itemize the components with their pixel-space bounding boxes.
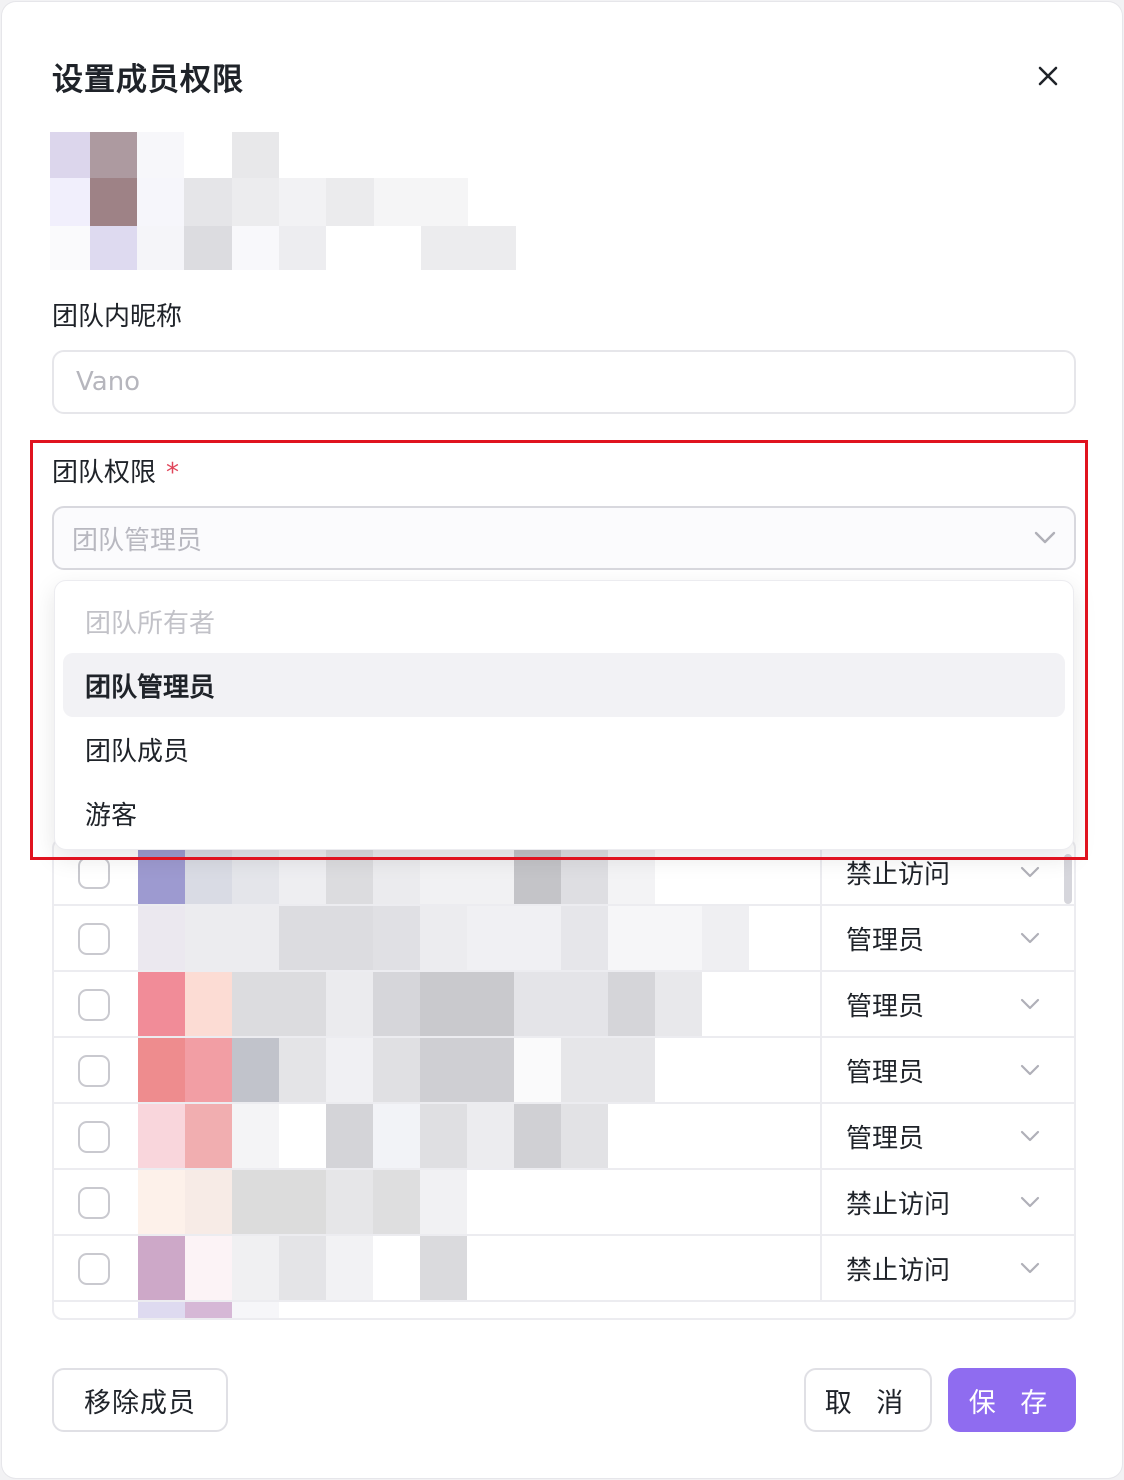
option-guest[interactable]: 游客 xyxy=(63,781,1065,845)
chevron-down-icon xyxy=(1034,531,1056,544)
table-row: 管理员 xyxy=(54,1104,1074,1170)
chevron-down-icon xyxy=(1020,1262,1040,1274)
role-select[interactable]: 禁止访问 xyxy=(820,1236,1064,1300)
chevron-down-icon xyxy=(1020,998,1040,1010)
cancel-button[interactable]: 取 消 xyxy=(804,1368,932,1432)
member-avatar-pixelated xyxy=(50,132,520,270)
member-info-pixelated xyxy=(138,906,818,970)
table-row: 管理员 xyxy=(54,906,1074,972)
nickname-label: 团队内昵称 xyxy=(52,302,183,332)
close-icon xyxy=(1038,66,1058,86)
chevron-down-icon xyxy=(1020,1196,1040,1208)
table-row: 管理员 xyxy=(54,972,1074,1038)
role-value: 禁止访问 xyxy=(846,859,951,890)
role-value: 禁止访问 xyxy=(846,1255,951,1286)
member-info-pixelated xyxy=(138,1302,818,1318)
member-info-pixelated xyxy=(138,972,818,1036)
role-value: 管理员 xyxy=(846,991,925,1022)
option-team-owner: 团队所有者 xyxy=(85,608,216,639)
row-checkbox[interactable] xyxy=(78,1121,110,1153)
row-checkbox[interactable] xyxy=(78,1055,110,1087)
chevron-down-icon xyxy=(1020,1130,1040,1142)
table-scrollbar[interactable] xyxy=(1064,854,1072,904)
role-select[interactable]: 管理员 xyxy=(820,906,1064,970)
chevron-down-icon xyxy=(1020,932,1040,944)
member-info-pixelated xyxy=(138,1104,818,1168)
role-select[interactable]: 管理员 xyxy=(820,972,1064,1036)
permission-label: 团队权限 * xyxy=(52,452,179,489)
close-button[interactable] xyxy=(1026,54,1070,98)
chevron-down-icon xyxy=(1020,1064,1040,1076)
table-row: 禁止访问 xyxy=(54,1170,1074,1236)
role-value: 管理员 xyxy=(846,1123,925,1154)
table-row xyxy=(54,1302,1074,1318)
member-info-pixelated xyxy=(138,1236,818,1300)
table-row: 禁止访问 xyxy=(54,1236,1074,1302)
table-row: 管理员 xyxy=(54,1038,1074,1104)
role-value: 禁止访问 xyxy=(846,1189,951,1220)
required-mark: * xyxy=(166,458,180,488)
role-value: 管理员 xyxy=(846,925,925,956)
member-table: 禁止访问 管理员 管理员 管理员 管理员 禁止访问 禁止访问 xyxy=(52,838,1076,1320)
row-checkbox[interactable] xyxy=(78,1253,110,1285)
row-checkbox[interactable] xyxy=(78,1187,110,1219)
row-checkbox[interactable] xyxy=(78,857,110,889)
row-checkbox[interactable] xyxy=(78,923,110,955)
permission-dropdown: 团队所有者 团队管理员 团队成员 游客 xyxy=(54,580,1074,850)
remove-member-button[interactable]: 移除成员 xyxy=(52,1368,228,1432)
role-select[interactable]: 管理员 xyxy=(820,1104,1064,1168)
permission-label-text: 团队权限 xyxy=(52,458,157,488)
save-button[interactable]: 保 存 xyxy=(948,1368,1076,1432)
nickname-input[interactable]: Vano xyxy=(52,350,1076,414)
option-team-admin[interactable]: 团队管理员 xyxy=(63,653,1065,717)
chevron-down-icon xyxy=(1020,866,1040,878)
role-select[interactable]: 管理员 xyxy=(820,1038,1064,1102)
permission-select-value: 团队管理员 xyxy=(72,525,203,556)
member-info-pixelated xyxy=(138,1170,818,1234)
member-info-pixelated xyxy=(138,1038,818,1102)
permission-select[interactable]: 团队管理员 xyxy=(52,506,1076,570)
option-team-member[interactable]: 团队成员 xyxy=(63,717,1065,781)
dialog-title: 设置成员权限 xyxy=(52,62,244,98)
row-checkbox[interactable] xyxy=(78,989,110,1021)
role-select[interactable]: 禁止访问 xyxy=(820,1170,1064,1234)
role-value: 管理员 xyxy=(846,1057,925,1088)
member-permission-dialog: 设置成员权限 团队内昵称 Vano 团队权限 * 团队管理员 团队所有者 团队管… xyxy=(2,2,1122,1478)
